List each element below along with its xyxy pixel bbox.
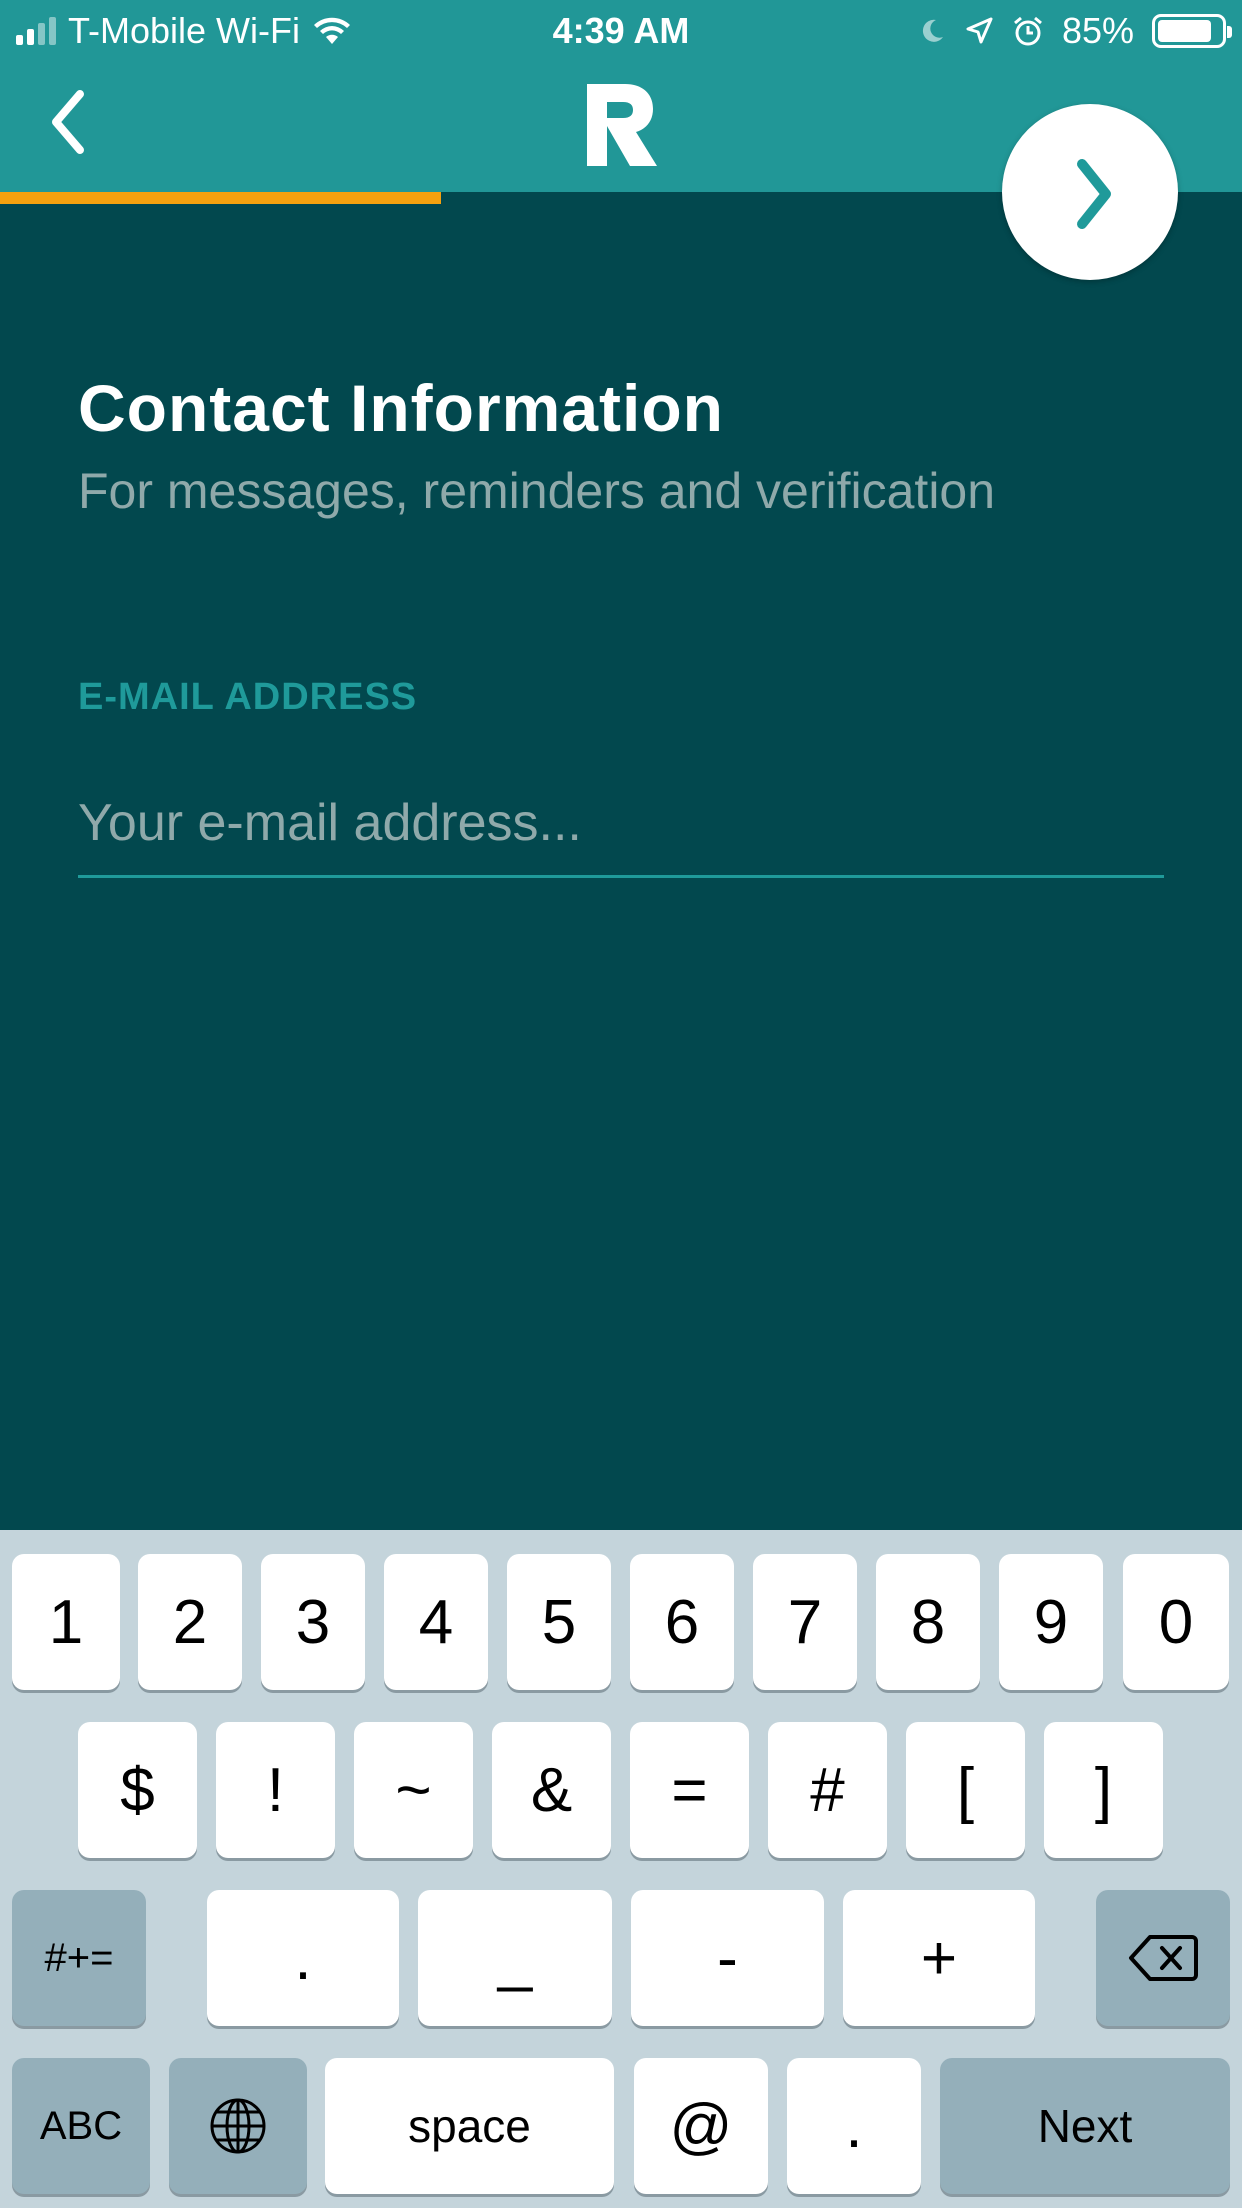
- alarm-icon: [1013, 16, 1042, 46]
- keyboard: 1 2 3 4 5 6 7 8 9 0 $ ! ~ & = # [ ] #+= …: [0, 1530, 1242, 2208]
- key-dollar[interactable]: $: [78, 1722, 197, 1858]
- battery-percent: 85%: [1061, 10, 1134, 51]
- email-field[interactable]: [78, 770, 1164, 878]
- battery-icon: [1152, 14, 1232, 48]
- status-right: 85%: [918, 10, 1232, 52]
- delete-key[interactable]: [1096, 1890, 1230, 2026]
- globe-key[interactable]: [169, 2058, 307, 2194]
- key-right-bracket[interactable]: ]: [1044, 1722, 1163, 1858]
- email-label: E-MAIL ADDRESS: [78, 676, 418, 718]
- key-2[interactable]: 2: [138, 1554, 242, 1690]
- key-6[interactable]: 6: [630, 1554, 734, 1690]
- battery-fill: [1158, 20, 1211, 42]
- key-5[interactable]: 5: [507, 1554, 611, 1690]
- moon-icon: [922, 19, 943, 42]
- space-key[interactable]: space: [325, 2058, 614, 2194]
- key-0[interactable]: 0: [1123, 1554, 1229, 1690]
- page-title: Contact Information: [78, 371, 724, 445]
- key-hash[interactable]: #: [768, 1722, 887, 1858]
- status-bar: T-Mobile Wi-Fi 4:39 AM 85%: [0, 0, 1242, 62]
- at-key[interactable]: @: [634, 2058, 768, 2194]
- page-subtitle: For messages, reminders and verification: [78, 463, 996, 519]
- key-hyphen[interactable]: -: [631, 1890, 824, 2026]
- key-plus[interactable]: +: [843, 1890, 1035, 2026]
- key-ampersand[interactable]: &: [492, 1722, 611, 1858]
- chevron-right-icon: [1077, 159, 1111, 229]
- symbols-toggle-key[interactable]: #+=: [12, 1890, 146, 2026]
- key-tilde[interactable]: ~: [354, 1722, 473, 1858]
- globe-icon: [210, 2098, 266, 2154]
- key-8[interactable]: 8: [876, 1554, 980, 1690]
- key-period[interactable]: .: [207, 1890, 399, 2026]
- location-arrow-icon: [966, 17, 993, 44]
- key-1[interactable]: 1: [12, 1554, 120, 1690]
- key-exclamation[interactable]: !: [216, 1722, 335, 1858]
- next-step-button[interactable]: [1002, 104, 1178, 280]
- next-key[interactable]: Next: [940, 2058, 1230, 2194]
- key-equals[interactable]: =: [630, 1722, 749, 1858]
- app-logo: [587, 84, 657, 166]
- key-4[interactable]: 4: [384, 1554, 488, 1690]
- key-underscore[interactable]: _: [418, 1890, 612, 2026]
- key-9[interactable]: 9: [999, 1554, 1103, 1690]
- abc-key[interactable]: ABC: [12, 2058, 150, 2194]
- key-7[interactable]: 7: [753, 1554, 857, 1690]
- chevron-left-icon: [52, 90, 84, 154]
- back-button[interactable]: [40, 82, 120, 172]
- dot-key[interactable]: .: [787, 2058, 921, 2194]
- key-3[interactable]: 3: [261, 1554, 365, 1690]
- backspace-icon: [1129, 1935, 1198, 1981]
- key-left-bracket[interactable]: [: [906, 1722, 1025, 1858]
- progress-bar: [0, 192, 441, 204]
